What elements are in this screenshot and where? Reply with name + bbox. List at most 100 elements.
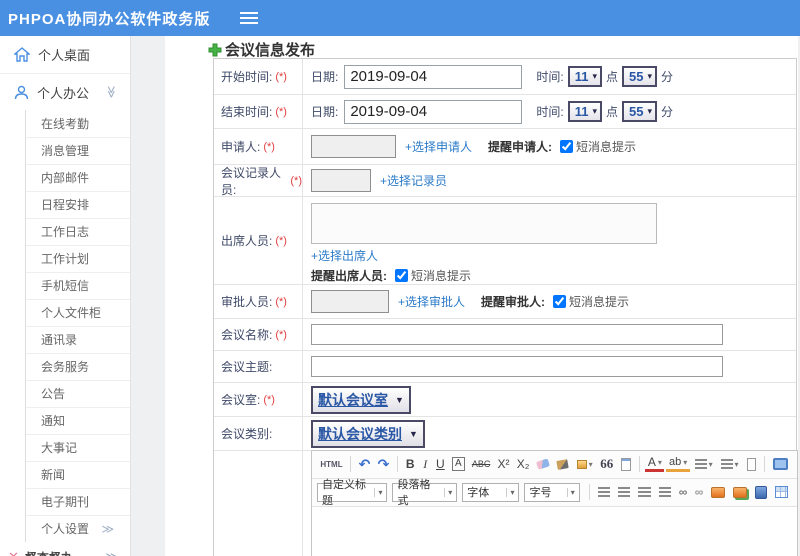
sidebar-item-memorabilia[interactable]: 大事记 xyxy=(26,434,130,461)
remind-approver-label: 提醒审批人: xyxy=(481,295,546,309)
sidebar-item-schedule[interactable]: 日程安排 xyxy=(26,191,130,218)
format-brush-icon[interactable] xyxy=(554,458,571,470)
attendees-label: 出席人员: xyxy=(221,234,273,248)
sidebar-item-online-attendance[interactable]: 在线考勤 xyxy=(26,110,130,137)
html-source-button[interactable]: HTML xyxy=(318,459,345,470)
sidebar-item-work-plan[interactable]: 工作计划 xyxy=(26,245,130,272)
sidebar-item-internal-mail[interactable]: 内部邮件 xyxy=(26,164,130,191)
end-date-input[interactable] xyxy=(344,99,523,124)
ordered-list-icon[interactable] xyxy=(692,458,716,470)
meeting-room-select[interactable]: 默认会议室 xyxy=(311,385,411,414)
required-mark: (*) xyxy=(263,140,275,153)
blockquote-button[interactable]: 66 xyxy=(598,455,616,473)
remind-attendees-label: 提醒出席人员: xyxy=(311,269,387,283)
start-minute-select[interactable]: 55 xyxy=(621,66,657,87)
meeting-name-input[interactable] xyxy=(311,324,723,345)
align-left-icon[interactable] xyxy=(595,486,613,498)
new-page-icon[interactable] xyxy=(744,457,759,472)
subscript-button[interactable]: X₂ xyxy=(514,456,532,472)
underline-button[interactable]: U xyxy=(433,456,447,472)
paint-format-icon[interactable] xyxy=(574,459,596,470)
approver-input[interactable] xyxy=(311,290,389,313)
sidebar-item-meeting-services[interactable]: 会务服务 xyxy=(26,353,130,380)
eraser-icon[interactable] xyxy=(534,458,552,470)
sidebar-item-announcements[interactable]: 公告 xyxy=(26,380,130,407)
unlink-icon[interactable]: ∞ xyxy=(692,484,706,500)
sidebar-item-personal-files[interactable]: 个人文件柜 xyxy=(26,299,130,326)
bold-button[interactable]: B xyxy=(403,456,417,472)
font-size-select[interactable]: 字号 xyxy=(524,482,580,502)
form-row-meeting-category: 会议类别: 默认会议类别 xyxy=(214,417,796,451)
form-row-meeting-subject: 会议主题: xyxy=(214,351,796,383)
highlight-color-button[interactable]: ab xyxy=(666,456,690,472)
sidebar-item-label: 个人办公 xyxy=(37,85,90,101)
sidebar-item-e-journal[interactable]: 电子期刊 xyxy=(26,488,130,515)
undo-button[interactable]: ↶ xyxy=(356,455,373,474)
superscript-button[interactable]: X² xyxy=(495,456,512,472)
sidebar-item-supervision[interactable]: ✕ 督查督办 ≫ xyxy=(0,542,130,556)
applicant-sms-checkbox[interactable] xyxy=(560,140,574,153)
table-icon[interactable] xyxy=(772,485,791,499)
approver-label: 审批人员: xyxy=(221,295,273,309)
editor-toolbar-row1: HTML ↶ ↷ B I U A ABC X² X₂ ▾ 66 A ▾ ab ▾… xyxy=(312,450,797,479)
sidebar-item-personal-desktop[interactable]: 个人桌面 xyxy=(0,36,130,73)
editor-content-area[interactable] xyxy=(312,506,797,556)
align-justify-icon[interactable] xyxy=(656,486,674,498)
meeting-category-select[interactable]: 默认会议类别 xyxy=(311,419,425,448)
sidebar-item-personal-office[interactable]: 个人办公 ≫ xyxy=(0,73,130,110)
sidebar-item-notices[interactable]: 通知 xyxy=(26,407,130,434)
font-family-select[interactable]: 字体 xyxy=(462,482,520,502)
time-label: 时间: xyxy=(536,70,564,84)
choose-applicant-link[interactable]: +选择申请人 xyxy=(405,138,472,155)
form-row-meeting-room: 会议室: (*) 默认会议室 xyxy=(214,383,796,417)
sidebar-item-contacts[interactable]: 通讯录 xyxy=(26,326,130,353)
end-minute-select[interactable]: 55 xyxy=(621,101,657,122)
applicant-input[interactable] xyxy=(311,135,396,158)
insert-image-icon[interactable] xyxy=(730,486,750,499)
sidebar-item-news[interactable]: 新闻 xyxy=(26,461,130,488)
paragraph-format-select[interactable]: 段落格式 xyxy=(392,479,458,507)
media-icon[interactable] xyxy=(752,485,769,500)
align-center-icon[interactable] xyxy=(615,486,633,498)
align-right-icon[interactable] xyxy=(635,486,653,498)
italic-button[interactable]: I xyxy=(419,456,431,473)
sidebar-submenu: 在线考勤 消息管理 内部邮件 日程安排 工作日志 工作计划 手机短信 个人文件柜… xyxy=(25,110,130,542)
user-icon xyxy=(14,85,29,99)
choose-attendees-link[interactable]: +选择出席人 xyxy=(311,247,378,264)
attendees-textarea[interactable] xyxy=(311,203,657,244)
preview-icon[interactable] xyxy=(770,457,791,471)
attendees-sms-checkbox[interactable] xyxy=(395,269,408,282)
chevron-right-icon: ≫ xyxy=(105,550,118,556)
start-time-label: 开始时间: xyxy=(221,70,273,84)
sidebar-item-personal-settings[interactable]: 个人设置 ≫ xyxy=(26,515,130,542)
sidebar-item-work-log[interactable]: 工作日志 xyxy=(26,218,130,245)
required-mark: (*) xyxy=(263,393,275,406)
meeting-room-label: 会议室: xyxy=(221,393,261,407)
sidebar-item-sms[interactable]: 手机短信 xyxy=(26,272,130,299)
font-color-button[interactable]: A xyxy=(645,456,665,472)
sidebar-item-message-management[interactable]: 消息管理 xyxy=(26,137,130,164)
font-style-icon[interactable]: A xyxy=(452,457,465,471)
end-hour-select[interactable]: 11 xyxy=(567,101,602,122)
strikethrough-button[interactable]: ABC xyxy=(469,458,492,470)
unordered-list-icon[interactable] xyxy=(718,458,742,470)
start-hour-select[interactable]: 11 xyxy=(567,66,602,87)
sidebar-item-label: 个人桌面 xyxy=(38,48,91,63)
choose-approver-link[interactable]: +选择审批人 xyxy=(398,293,465,310)
form-row-recorder: 会议记录人员: (*) +选择记录员 xyxy=(214,165,796,197)
approver-sms-checkbox[interactable] xyxy=(553,295,567,308)
required-mark: (*) xyxy=(275,328,287,341)
hamburger-menu-icon[interactable] xyxy=(240,12,259,24)
sms-hint-label: 短消息提示 xyxy=(569,295,630,309)
choose-recorder-link[interactable]: +选择记录员 xyxy=(380,172,447,189)
meeting-subject-input[interactable] xyxy=(311,356,723,377)
recorder-input[interactable] xyxy=(311,169,371,192)
paste-icon[interactable] xyxy=(618,457,634,472)
page-title: 会议信息发布 xyxy=(225,42,316,59)
image-icon[interactable] xyxy=(708,486,728,499)
redo-button[interactable]: ↷ xyxy=(375,455,392,474)
custom-title-select[interactable]: 自定义标题 xyxy=(317,479,388,507)
add-icon xyxy=(208,43,222,56)
start-date-input[interactable] xyxy=(344,64,523,89)
link-icon[interactable]: ∞ xyxy=(676,484,690,500)
